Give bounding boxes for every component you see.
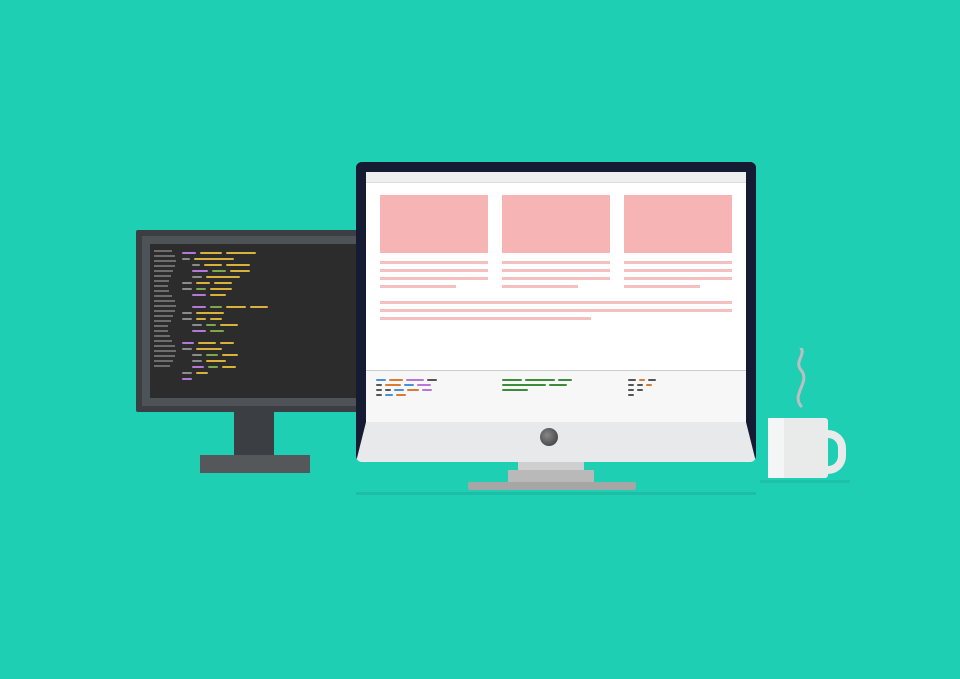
mockup-fullwidth-text bbox=[366, 301, 746, 331]
design-monitor-logo-icon bbox=[540, 428, 558, 446]
mockup-text-column bbox=[624, 261, 732, 293]
mockup-card bbox=[624, 195, 732, 253]
code-editor-body bbox=[176, 244, 364, 398]
coffee-mug-highlight bbox=[768, 418, 784, 478]
devtools-column bbox=[502, 377, 610, 416]
mockup-card bbox=[380, 195, 488, 253]
illustration-stage bbox=[0, 0, 960, 679]
browser-window bbox=[366, 172, 746, 422]
mockup-card-row bbox=[366, 183, 746, 261]
code-monitor-stand-base bbox=[200, 455, 310, 473]
devtools-column bbox=[628, 377, 736, 416]
design-monitor-stand-base bbox=[468, 482, 636, 490]
code-editor-gutter bbox=[150, 244, 176, 398]
mockup-card bbox=[502, 195, 610, 253]
mockup-text-columns bbox=[366, 261, 746, 301]
mockup-text-column bbox=[380, 261, 488, 293]
code-line bbox=[178, 376, 358, 382]
code-monitor-stand-neck bbox=[234, 407, 274, 455]
design-monitor bbox=[356, 162, 756, 462]
design-monitor-shadow bbox=[356, 492, 756, 495]
browser-chrome-bar bbox=[366, 172, 746, 183]
steam-icon bbox=[786, 348, 816, 408]
code-monitor bbox=[136, 230, 378, 412]
design-monitor-stand-neck-lower bbox=[508, 470, 594, 482]
devtools-panel bbox=[366, 370, 746, 422]
mockup-text-column bbox=[502, 261, 610, 293]
coffee-mug-shadow bbox=[760, 480, 850, 483]
devtools-column bbox=[376, 377, 484, 416]
code-editor-screen bbox=[150, 244, 364, 398]
